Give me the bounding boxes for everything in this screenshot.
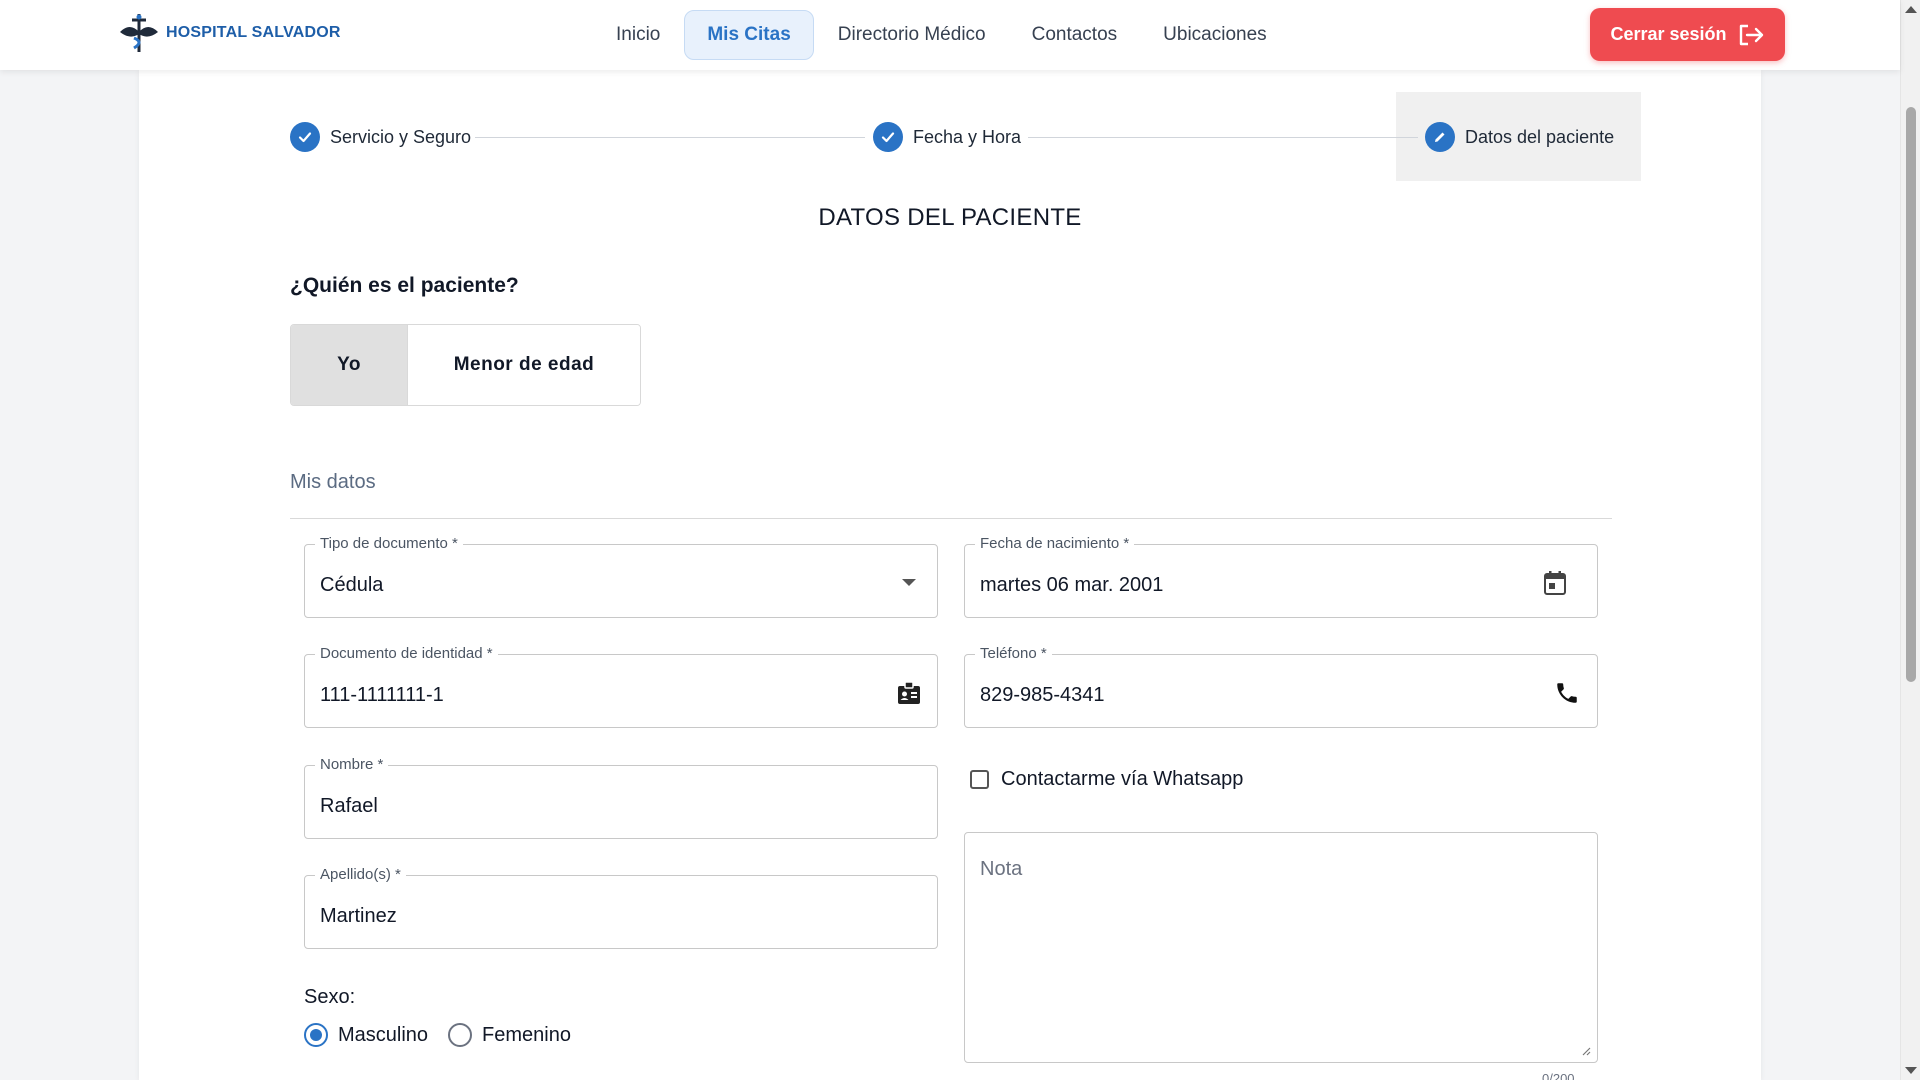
nav-ubicaciones[interactable]: Ubicaciones	[1141, 11, 1289, 59]
option-yo[interactable]: Yo	[291, 325, 407, 405]
sex-radio-group: Masculino Femenino	[304, 1023, 571, 1047]
stepper-connector	[1028, 137, 1418, 138]
step-label: Datos del paciente	[1465, 126, 1615, 147]
logout-button[interactable]: Cerrar sesión	[1590, 8, 1785, 61]
sex-label: Sexo:	[304, 986, 356, 1008]
logout-label: Cerrar sesión	[1610, 24, 1727, 44]
top-navbar: HOSPITAL SALVADOR Inicio Mis Citas Direc…	[0, 0, 1900, 70]
step-fecha-hora[interactable]: Fecha y Hora	[873, 122, 1021, 152]
step-label: Servicio y Seguro	[330, 126, 472, 147]
field-label: Tipo de documento *	[315, 535, 463, 552]
hospital-logo-icon	[120, 14, 158, 52]
scroll-thumb[interactable]	[1906, 107, 1916, 682]
check-icon	[290, 122, 320, 152]
radio-dot	[310, 1029, 322, 1041]
note-placeholder: Nota	[980, 858, 1023, 880]
main-nav: Inicio Mis Citas Directorio Médico Conta…	[594, 10, 1291, 60]
calendar-icon[interactable]	[1541, 569, 1569, 597]
last-name-field[interactable]: Apellido(s) * Martinez	[304, 866, 938, 949]
nav-directorio-medico[interactable]: Directorio Médico	[816, 11, 1008, 59]
step-label: Fecha y Hora	[913, 126, 1022, 147]
note-char-counter: 0/200	[1542, 1071, 1575, 1080]
field-value: Rafael	[320, 795, 378, 817]
doc-type-select[interactable]: Tipo de documento * Cédula	[304, 535, 938, 618]
scroll-down-arrow-icon[interactable]	[1905, 1067, 1917, 1074]
nav-mis-citas[interactable]: Mis Citas	[684, 10, 814, 60]
stepper-connector	[475, 137, 865, 138]
field-label: Documento de identidad *	[315, 645, 498, 662]
field-value: 829-985-4341	[980, 684, 1105, 706]
field-label: Nombre *	[315, 756, 389, 773]
section-mis-datos: Mis datos	[290, 471, 376, 493]
check-icon	[873, 122, 903, 152]
step-servicio-seguro[interactable]: Servicio y Seguro	[290, 122, 471, 152]
radio-femenino[interactable]	[448, 1023, 473, 1047]
option-menor-de-edad[interactable]: Menor de edad	[407, 325, 640, 405]
page-title: DATOS DEL PACIENTE	[818, 204, 1082, 231]
whatsapp-checkbox-row[interactable]: Contactarme vía Whatsapp	[970, 768, 1243, 791]
patient-type-toggle: Yo Menor de edad	[290, 324, 641, 406]
radio-label-masculino[interactable]: Masculino	[338, 1024, 428, 1047]
field-label: Teléfono *	[975, 645, 1052, 662]
pencil-icon	[1425, 122, 1455, 152]
doc-id-field[interactable]: Documento de identidad * 111-1111111-1	[304, 645, 938, 728]
note-textarea[interactable]: Nota	[964, 832, 1598, 1063]
step-datos-paciente[interactable]: Datos del paciente	[1425, 122, 1614, 152]
radio-label-femenino[interactable]: Femenino	[482, 1024, 571, 1047]
field-value: 111-1111111-1	[320, 684, 444, 706]
radio-masculino[interactable]	[304, 1023, 328, 1047]
scroll-up-arrow-icon[interactable]	[1905, 6, 1917, 13]
field-value: Martinez	[320, 905, 397, 927]
hospital-name: HOSPITAL SALVADOR	[166, 24, 341, 41]
birth-date-field[interactable]: Fecha de nacimiento * martes 06 mar. 200…	[964, 535, 1598, 618]
id-card-icon	[895, 679, 923, 707]
nav-inicio[interactable]: Inicio	[594, 11, 682, 59]
phone-field[interactable]: Teléfono * 829-985-4341	[964, 645, 1598, 728]
page-scrollbar[interactable]	[1900, 0, 1920, 1080]
hospital-logo[interactable]: HOSPITAL SALVADOR	[116, 12, 341, 54]
patient-question: ¿Quién es el paciente?	[290, 274, 519, 297]
field-value: martes 06 mar. 2001	[980, 574, 1164, 596]
first-name-field[interactable]: Nombre * Rafael	[304, 756, 938, 839]
phone-icon	[1553, 679, 1581, 707]
field-value: Cédula	[320, 574, 384, 596]
logout-icon	[1739, 24, 1763, 45]
field-label: Apellido(s) *	[315, 866, 406, 883]
chevron-down-icon[interactable]	[895, 569, 923, 597]
field-label: Fecha de nacimiento *	[975, 535, 1135, 552]
section-divider	[290, 518, 1612, 519]
resize-handle-icon[interactable]	[1581, 1046, 1591, 1056]
whatsapp-checkbox[interactable]	[970, 770, 989, 789]
nav-contactos[interactable]: Contactos	[1010, 11, 1140, 59]
whatsapp-label: Contactarme vía Whatsapp	[1001, 768, 1244, 790]
